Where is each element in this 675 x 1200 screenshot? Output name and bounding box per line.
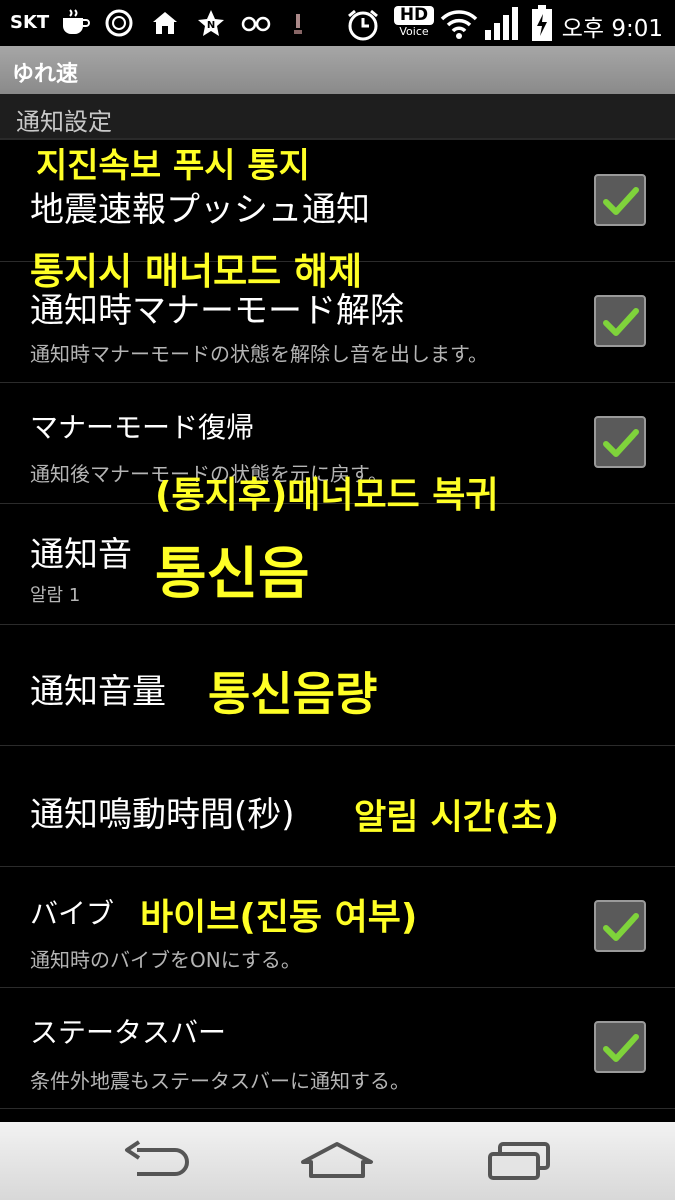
checkmark-icon (603, 1034, 639, 1062)
annotation-label: 바이브(진동 여부) (140, 897, 418, 938)
annotation-label: 통신음량 (208, 667, 378, 721)
pref-summary: 条件外地震もステータスバーに通知する。 (30, 1069, 410, 1093)
hd-voice-icon: HD Voice (392, 6, 436, 37)
checkbox[interactable] (594, 416, 646, 468)
checkmark-icon (603, 429, 639, 457)
recent-apps-icon[interactable] (480, 1138, 560, 1184)
pref-notification-volume[interactable]: 通知音量 통신음량 (0, 624, 675, 746)
pref-summary: 通知時マナーモードの状態を解除し音を出します。 (30, 342, 488, 366)
checkmark-icon (603, 187, 639, 215)
pref-manner-mode-release[interactable]: 통지시 매너모드 해제 通知時マナーモード解除 通知時マナーモードの状態を解除し… (0, 250, 675, 383)
app-title: ゆれ速 (12, 62, 79, 87)
navigation-bar (0, 1122, 675, 1200)
pref-title: マナーモード復帰 (30, 411, 255, 444)
checkbox[interactable] (594, 295, 646, 347)
pref-status-bar[interactable]: ステータスバー 条件外地震もステータスバーに通知する。 (0, 987, 675, 1109)
checkmark-icon (603, 913, 639, 941)
pref-title: 通知音量 (30, 672, 166, 712)
annotation-label: 알림 시간(초) (354, 798, 560, 838)
svg-text:N: N (207, 20, 215, 31)
circle-icon (105, 9, 133, 37)
figure-icon (294, 14, 302, 34)
clock: 오후 9:01 (561, 16, 663, 42)
pref-title: バイブ (30, 897, 115, 930)
pref-title: ステータスバー (30, 1016, 227, 1049)
pref-title: 通知音 (30, 535, 132, 575)
annotation-label: 통신음 (155, 542, 310, 607)
pref-title: 地震速報プッシュ通知 (30, 190, 370, 230)
voice-label: Voice (399, 25, 429, 38)
pref-title: 通知時マナーモード解除 (30, 291, 404, 331)
wifi-icon (440, 10, 478, 39)
checkbox[interactable] (594, 900, 646, 952)
pref-ring-duration[interactable]: 通知鳴動時間(秒) 알림 시간(초) (0, 745, 675, 867)
alarm-icon (348, 9, 378, 41)
carrier-label: SKT (10, 12, 50, 33)
coffee-icon (63, 9, 90, 34)
annotation-label: 지진속보 푸시 통지 (36, 146, 310, 186)
pref-summary: 알람 1 (30, 585, 81, 606)
pref-title: 通知鳴動時間(秒) (30, 795, 295, 835)
pref-manner-mode-restore[interactable]: マナーモード復帰 通知後マナーモードの状態を元に戻す。 (통지후)매너모드 복귀 (0, 382, 675, 516)
section-title: 通知設定 (16, 108, 112, 136)
pref-summary: 通知時のバイブをONにする。 (30, 948, 301, 972)
hd-label: HD (394, 6, 434, 25)
home-icon (153, 12, 177, 34)
glasses-icon (241, 16, 271, 32)
status-bar: SKT N HD Voice 오후 9:01 (0, 0, 675, 46)
checkbox[interactable] (594, 174, 646, 226)
app-title-bar: ゆれ速 (0, 46, 675, 94)
checkbox[interactable] (594, 1021, 646, 1073)
pref-notification-sound[interactable]: 通知音 알람 1 통신음 (0, 503, 675, 625)
star-icon: N (198, 10, 224, 36)
battery-icon (532, 5, 552, 41)
back-icon[interactable] (115, 1138, 195, 1184)
section-header: 通知設定 (0, 94, 675, 140)
checkmark-icon (603, 308, 639, 336)
signal-icon (485, 7, 518, 40)
pref-vibrate[interactable]: バイブ 바이브(진동 여부) 通知時のバイブをONにする。 (0, 866, 675, 988)
home-icon[interactable] (297, 1138, 377, 1184)
